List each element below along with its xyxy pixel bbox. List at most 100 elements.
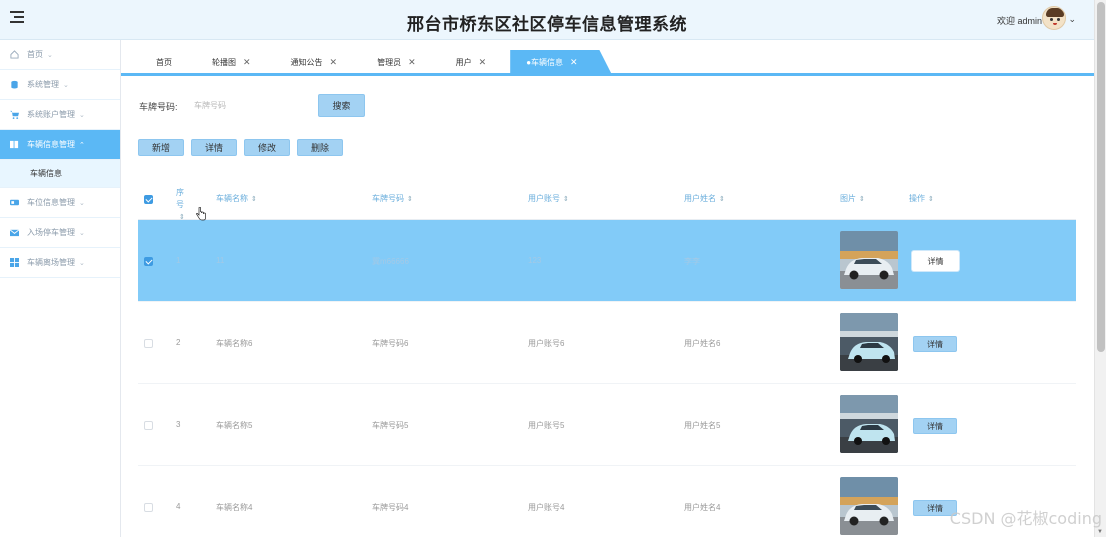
tab-vehicle-info[interactable]: ●车辆信息 ✕ <box>510 50 612 74</box>
column-header-username[interactable]: 用户姓名 ⇕ <box>684 193 725 204</box>
table-header: 序号 ⇕ 车辆名称 ⇕ 车牌号码 ⇕ 用户账号 ⇕ 用户姓名 ⇕ 图片 ⇕ 操作 ⇕ <box>138 180 1076 221</box>
sidebar-item-label: 首页 <box>27 50 43 59</box>
row-detail-button[interactable]: 详情 <box>913 336 957 352</box>
sidebar-item-vehicles[interactable]: 车辆信息管理 ⌃ <box>0 130 120 160</box>
envelope-icon <box>10 229 19 237</box>
cell-account: 用户账号4 <box>528 503 565 512</box>
chevron-down-icon[interactable]: ⌄ <box>1068 14 1076 25</box>
tab-users[interactable]: 用户 ✕ <box>440 50 503 74</box>
sidebar-item-entry[interactable]: 入场停车管理 ⌄ <box>0 218 120 248</box>
cell-username: 用户姓名4 <box>684 503 721 512</box>
close-icon[interactable]: ✕ <box>330 57 338 68</box>
car-image[interactable] <box>840 313 898 371</box>
column-header-index[interactable]: 序号 ⇕ <box>176 187 190 224</box>
sort-icon[interactable]: ⇕ <box>859 196 865 203</box>
cell-plate: 车牌号码5 <box>372 421 409 430</box>
row-detail-button[interactable]: 详情 <box>913 418 957 434</box>
car-image[interactable] <box>840 395 898 453</box>
row-checkbox[interactable] <box>144 503 153 512</box>
tab-bar: 首页 轮播图 ✕ 通知公告 ✕ 管理员 ✕ 用户 ✕ ●车辆信息 ✕ <box>140 50 620 74</box>
add-button[interactable]: 新增 <box>138 139 185 156</box>
row-checkbox[interactable] <box>144 257 153 266</box>
pointer-cursor-icon <box>196 207 206 221</box>
cell-name: 车辆名称6 <box>216 339 253 348</box>
tab-label: 管理员 <box>377 57 402 67</box>
plate-search-input[interactable] <box>188 95 308 115</box>
sidebar-item-label: 系统管理 <box>27 80 59 89</box>
sidebar-item-home[interactable]: 首页 ⌄ <box>0 40 120 70</box>
tab-label: ●车辆信息 <box>526 57 564 67</box>
scrollbar-thumb[interactable] <box>1097 2 1105 352</box>
top-header: 邢台市桥东区社区停车信息管理系统 欢迎 admin ⌄ <box>0 0 1094 40</box>
column-header-image[interactable]: 图片 ⇕ <box>840 193 865 204</box>
header-label: 车牌号码 <box>372 194 404 203</box>
detail-button[interactable]: 详情 <box>191 139 238 156</box>
scroll-down-arrow-icon[interactable]: ▼ <box>1097 529 1103 535</box>
cell-index: 4 <box>176 502 181 511</box>
close-icon[interactable]: ✕ <box>408 57 416 68</box>
select-all-checkbox[interactable] <box>144 195 153 204</box>
sidebar-item-system[interactable]: 系统管理 ⌄ <box>0 70 120 100</box>
tab-admins[interactable]: 管理员 ✕ <box>361 50 432 74</box>
sidebar-item-label: 车辆离场管理 <box>27 258 75 267</box>
car-image[interactable] <box>840 231 898 289</box>
app-title: 邢台市桥东区社区停车信息管理系统 <box>407 15 687 34</box>
vertical-scrollbar[interactable]: ▼ <box>1094 0 1106 537</box>
sidebar-item-accounts[interactable]: 系统账户管理 ⌄ <box>0 100 120 130</box>
cell-index: 1 <box>176 256 181 265</box>
sort-icon[interactable]: ⇕ <box>563 196 569 203</box>
row-checkbox[interactable] <box>144 421 153 430</box>
column-header-ops[interactable]: 操作 ⇕ <box>909 193 934 204</box>
close-icon[interactable]: ✕ <box>243 57 251 68</box>
database-icon <box>11 80 18 89</box>
action-bar: 新增 详情 修改 删除 <box>138 139 350 156</box>
sidebar-item-label: 系统账户管理 <box>27 110 75 119</box>
watermark: CSDN @花椒coding <box>949 509 1102 528</box>
header-label: 用户姓名 <box>684 194 716 203</box>
header-label: 用户账号 <box>528 194 560 203</box>
sidebar-item-exit[interactable]: 车辆离场管理 ⌄ <box>0 248 120 278</box>
cell-account: 123 <box>528 256 542 265</box>
columns-icon <box>10 140 19 149</box>
search-button[interactable]: 搜索 <box>318 94 365 117</box>
header-label: 操作 <box>909 194 925 203</box>
sidebar-item-label: 入场停车管理 <box>27 228 75 237</box>
table-row[interactable]: 1 11 冀m66666 123 李李 详情 <box>138 220 1076 302</box>
row-checkbox[interactable] <box>144 339 153 348</box>
sort-icon[interactable]: ⇕ <box>251 196 257 203</box>
table-row[interactable]: 2 车辆名称6 车牌号码6 用户账号6 用户姓名6 详情 <box>138 302 1076 384</box>
cell-name: 11 <box>216 256 225 265</box>
grid-icon <box>10 258 19 267</box>
sidebar-item-parking-spaces[interactable]: 车位信息管理 ⌄ <box>0 188 120 218</box>
sidebar: 首页 ⌄ 系统管理 ⌄ 系统账户管理 ⌄ 车辆信息管理 ⌃ 车辆信息 车位信息管理 ⌄ 入… <box>0 40 121 537</box>
tab-label: 用户 <box>455 57 472 67</box>
avatar[interactable] <box>1042 6 1066 30</box>
cell-name: 车辆名称4 <box>216 503 253 512</box>
close-icon[interactable]: ✕ <box>479 57 487 68</box>
column-header-name[interactable]: 车辆名称 ⇕ <box>216 193 257 204</box>
sidebar-item-label: 车辆信息管理 <box>27 140 75 149</box>
close-icon[interactable]: ✕ <box>570 57 578 68</box>
sort-icon[interactable]: ⇕ <box>719 196 725 203</box>
welcome-text: 欢迎 admin <box>996 16 1042 26</box>
tab-notices[interactable]: 通知公告 ✕ <box>275 50 354 74</box>
row-detail-button[interactable]: 详情 <box>912 251 959 271</box>
cell-account: 用户账号5 <box>528 421 565 430</box>
sort-icon[interactable]: ⇕ <box>928 196 934 203</box>
edit-button[interactable]: 修改 <box>244 139 291 156</box>
delete-button[interactable]: 删除 <box>297 139 344 156</box>
tab-home[interactable]: 首页 <box>140 50 188 74</box>
column-header-plate[interactable]: 车牌号码 ⇕ <box>372 193 413 204</box>
home-icon <box>10 50 19 59</box>
tab-carousel[interactable]: 轮播图 ✕ <box>196 50 267 74</box>
header-label: 图片 <box>840 194 856 203</box>
cell-plate: 车牌号码4 <box>372 503 409 512</box>
sidebar-subitem-vehicle-info[interactable]: 车辆信息 <box>0 160 120 188</box>
vehicle-table: 序号 ⇕ 车辆名称 ⇕ 车牌号码 ⇕ 用户账号 ⇕ 用户姓名 ⇕ 图片 ⇕ 操作 ⇕ 1 11… <box>138 180 1076 537</box>
car-image[interactable] <box>840 477 898 535</box>
cell-username: 用户姓名5 <box>684 421 721 430</box>
table-row[interactable]: 4 车辆名称4 车牌号码4 用户账号4 用户姓名4 详情 <box>138 466 1076 537</box>
column-header-account[interactable]: 用户账号 ⇕ <box>528 193 569 204</box>
table-row[interactable]: 3 车辆名称5 车牌号码5 用户账号5 用户姓名5 详情 <box>138 384 1076 466</box>
sort-icon[interactable]: ⇕ <box>407 196 413 203</box>
